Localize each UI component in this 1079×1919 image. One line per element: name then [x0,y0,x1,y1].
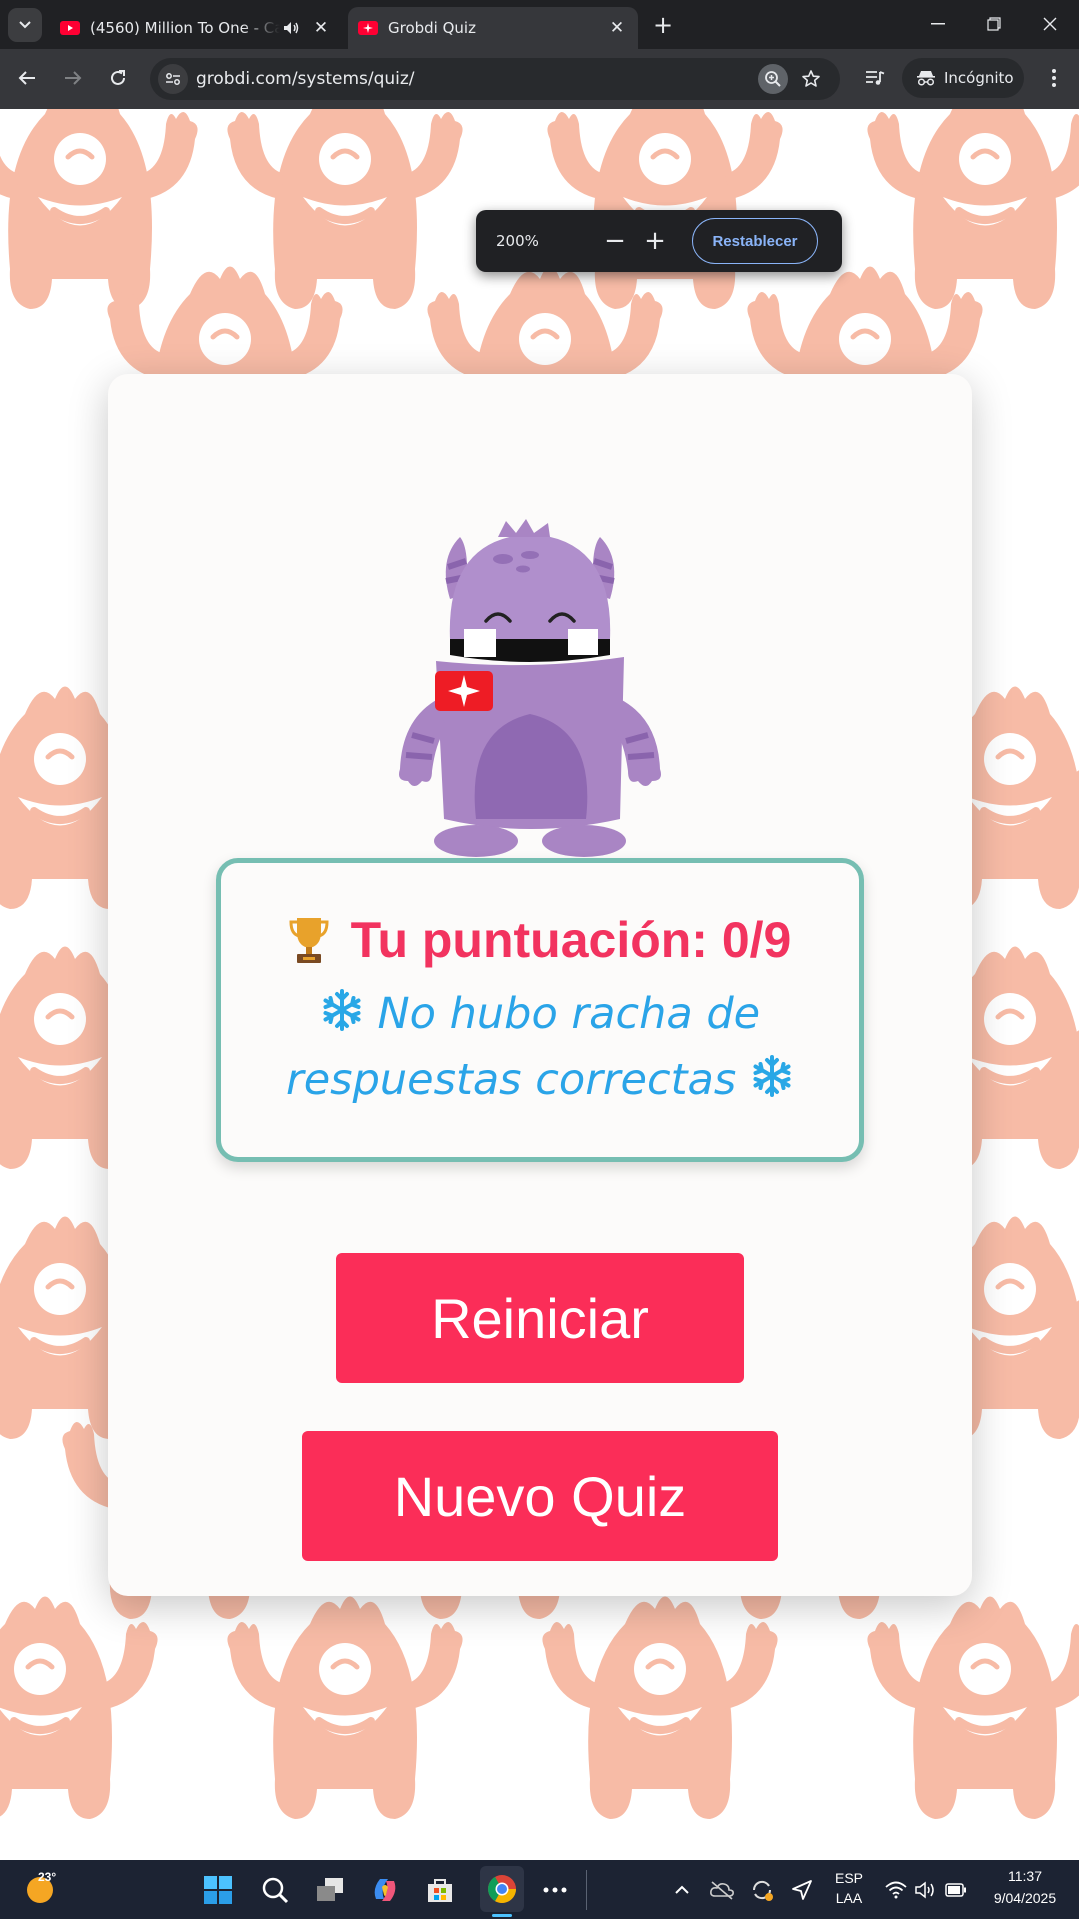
streak-message: No hubo racha de respuestas correctas [221,981,859,1113]
score-box: Tu puntuación: 0/9 No hubo racha de resp… [216,858,864,1162]
copilot-icon[interactable] [365,1870,405,1910]
zoom-popup: 200% − + Restablecer [476,210,842,272]
tab-strip: (4560) Million To One - Cam ✕ Grobdi Qui… [0,0,1079,49]
score-line: Tu puntuación: 0/9 [221,911,859,969]
new-tab-icon[interactable]: + [650,11,676,39]
active-app-indicator [492,1914,512,1917]
snowflake-icon [323,989,361,1031]
clock-date[interactable]: 9/04/2025 [984,1890,1066,1906]
back-icon[interactable] [12,63,42,93]
purple-monster-mascot [399,519,661,857]
grobdi-favicon [358,21,378,35]
snowflake-icon [753,1055,791,1097]
site-info-icon[interactable] [158,64,188,94]
zoom-out-button[interactable]: − [600,226,630,256]
zoom-reset-button[interactable]: Restablecer [692,218,818,264]
incognito-indicator[interactable]: Incógnito [902,58,1024,98]
language-top[interactable]: ESP [826,1870,872,1886]
menu-icon[interactable] [1039,63,1069,93]
media-icon[interactable] [860,63,890,93]
zoom-icon[interactable] [758,64,788,94]
weather-temp: 23° [38,1870,57,1884]
bookmark-star-icon[interactable] [796,64,826,94]
forward-icon[interactable] [58,63,88,93]
url-text[interactable]: grobdi.com/systems/quiz/ [196,69,758,89]
page-content: 200% − + Restablecer Tu puntuación: 0/9 … [0,109,1079,1860]
chevron-down-icon [19,21,31,29]
reload-icon[interactable] [103,63,133,93]
search-icon[interactable] [255,1870,295,1910]
incognito-icon [917,71,935,86]
quiz-result-card: Tu puntuación: 0/9 No hubo racha de resp… [108,374,972,1596]
score-text: Tu puntuación: 0/9 [350,912,792,968]
language-bottom[interactable]: LAA [826,1890,872,1906]
restart-button[interactable]: Reiniciar [336,1253,744,1383]
audio-icon[interactable] [280,21,302,35]
close-icon[interactable]: ✕ [310,17,332,39]
close-icon[interactable]: ✕ [606,17,628,39]
new-quiz-button[interactable]: Nuevo Quiz [302,1431,778,1561]
tray-chevron-icon[interactable] [662,1870,702,1910]
taskbar-divider [586,1870,587,1910]
tab-search-button[interactable] [8,8,42,42]
address-bar[interactable]: grobdi.com/systems/quiz/ [150,58,840,100]
tab-grobdi-quiz[interactable]: Grobdi Quiz ✕ [348,7,638,49]
tab-youtube[interactable]: (4560) Million To One - Cam ✕ [50,7,342,49]
windows-taskbar: 23° ESP LAA 11:37 9/04/2025 [0,1860,1079,1919]
onedrive-icon[interactable] [702,1870,742,1910]
store-icon[interactable] [420,1870,460,1910]
profile-label: Incógnito [944,69,1014,87]
clock-time[interactable]: 11:37 [984,1868,1066,1884]
tab-title: (4560) Million To One - Cam [90,19,280,37]
tab-title: Grobdi Quiz [388,19,476,37]
youtube-favicon [60,21,80,35]
zoom-in-button[interactable]: + [640,226,670,256]
trophy-icon [289,918,329,963]
zoom-level: 200% [496,232,539,250]
chrome-icon[interactable] [480,1866,524,1912]
browser-toolbar: grobdi.com/systems/quiz/ Incógnito [0,49,1079,109]
location-icon[interactable] [782,1870,822,1910]
battery-icon[interactable] [936,1870,976,1910]
window-close-icon[interactable] [1030,6,1070,42]
maximize-icon[interactable] [974,6,1014,42]
task-view-icon[interactable] [310,1870,350,1910]
windows-start-icon[interactable] [198,1870,238,1910]
sync-icon[interactable] [742,1870,782,1910]
minimize-icon[interactable] [918,6,958,42]
overflow-icon[interactable] [535,1870,575,1910]
